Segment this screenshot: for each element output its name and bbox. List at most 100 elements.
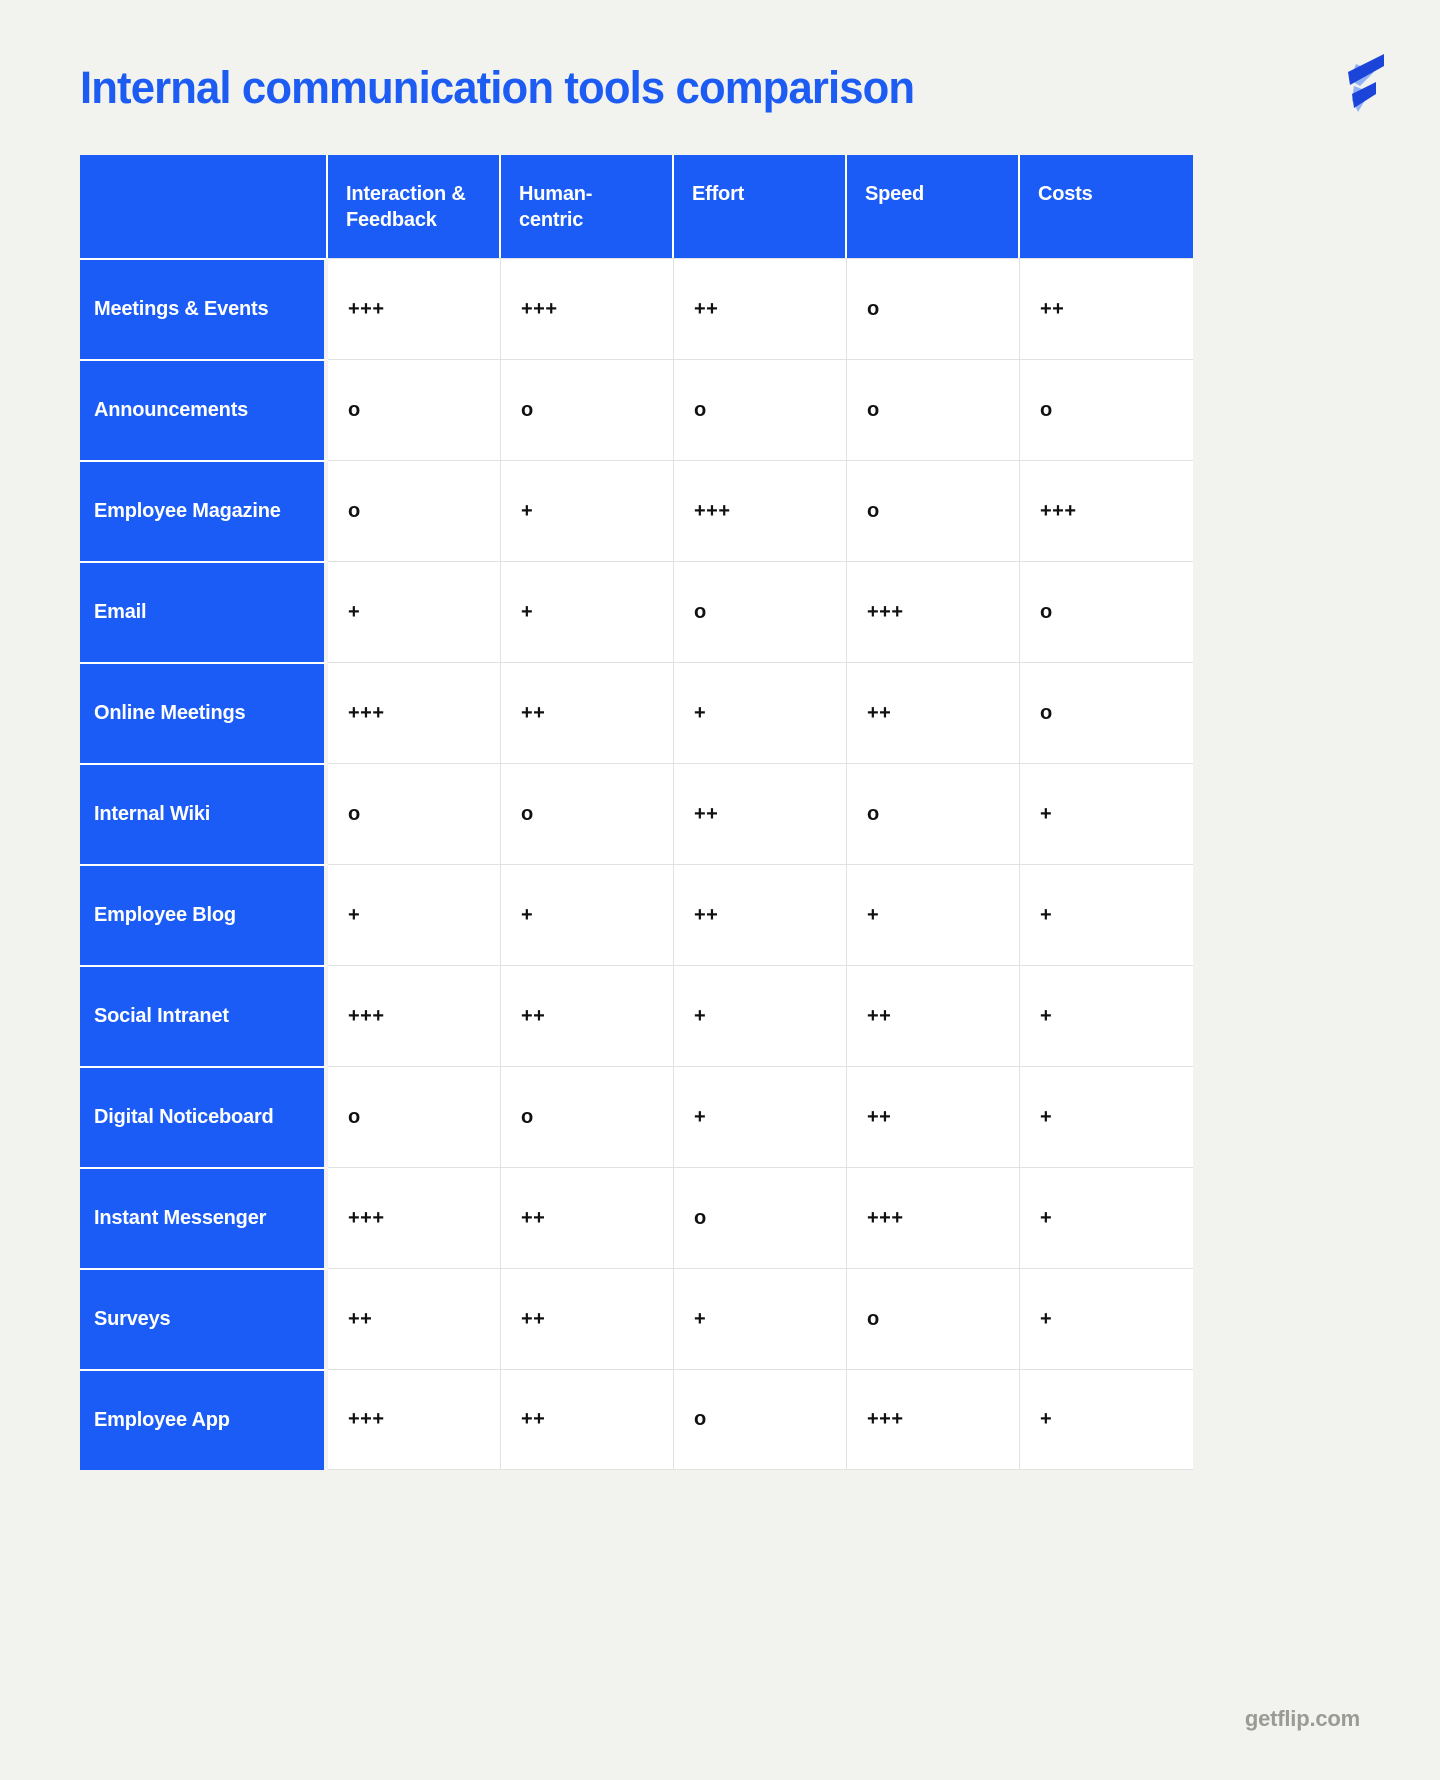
cell-value: +++ — [847, 1369, 1020, 1470]
cell-value: o — [1020, 359, 1193, 460]
cell-value: ++ — [674, 258, 847, 359]
column-header-costs: Costs — [1020, 155, 1193, 258]
column-header-human-centric: Human-centric — [501, 155, 674, 258]
cell-value: ++ — [674, 763, 847, 864]
cell-value: +++ — [328, 1369, 501, 1470]
cell-value: o — [674, 359, 847, 460]
cell-value: o — [847, 460, 1020, 561]
flip-logo-icon — [1330, 42, 1394, 118]
cell-value: + — [1020, 1066, 1193, 1167]
table-row: Online Meetings +++ ++ + ++ o — [80, 662, 1193, 763]
table-row: Announcements o o o o o — [80, 359, 1193, 460]
cell-value: + — [1020, 1167, 1193, 1268]
table-row: Meetings & Events +++ +++ ++ o ++ — [80, 258, 1193, 359]
footer-brand-watermark: getflip.com — [1244, 1706, 1360, 1731]
cell-value: o — [501, 359, 674, 460]
cell-value: + — [674, 965, 847, 1066]
cell-value: ++ — [328, 1268, 501, 1369]
row-label-meetings-events: Meetings & Events — [80, 258, 328, 359]
row-label-employee-blog: Employee Blog — [80, 864, 328, 965]
cell-value: ++ — [501, 1167, 674, 1268]
cell-value: + — [1020, 965, 1193, 1066]
table-row: Instant Messenger +++ ++ o +++ + — [80, 1167, 1193, 1268]
cell-value: o — [674, 1167, 847, 1268]
cell-value: + — [674, 1066, 847, 1167]
cell-value: + — [501, 561, 674, 662]
table-row: Internal Wiki o o ++ o + — [80, 763, 1193, 864]
page-title: Internal communication tools comparison — [80, 62, 915, 113]
cell-value: +++ — [674, 460, 847, 561]
table-row: Employee Blog + + ++ + + — [80, 864, 1193, 965]
column-header-effort: Effort — [674, 155, 847, 258]
cell-value: + — [1020, 763, 1193, 864]
row-label-surveys: Surveys — [80, 1268, 328, 1369]
column-header-speed: Speed — [847, 155, 1020, 258]
cell-value: +++ — [328, 1167, 501, 1268]
cell-value: + — [674, 662, 847, 763]
cell-value: o — [328, 763, 501, 864]
row-label-social-intranet: Social Intranet — [80, 965, 328, 1066]
cell-value: + — [501, 864, 674, 965]
cell-value: o — [1020, 662, 1193, 763]
page-header: Internal communication tools comparison — [0, 0, 1440, 155]
cell-value: + — [328, 561, 501, 662]
cell-value: ++ — [847, 965, 1020, 1066]
cell-value: ++ — [674, 864, 847, 965]
cell-value: + — [1020, 1268, 1193, 1369]
cell-value: ++ — [501, 965, 674, 1066]
cell-value: +++ — [847, 1167, 1020, 1268]
cell-value: o — [847, 763, 1020, 864]
cell-value: o — [847, 359, 1020, 460]
table-head: Interaction & Feedback Human-centric Eff… — [80, 155, 1193, 258]
row-label-announcements: Announcements — [80, 359, 328, 460]
infographic-page: Internal communication tools comparison … — [0, 0, 1440, 1780]
cell-value: +++ — [328, 965, 501, 1066]
cell-value: o — [328, 460, 501, 561]
comparison-table-wrapper: Interaction & Feedback Human-centric Eff… — [80, 155, 1193, 1470]
table-row: Surveys ++ ++ + o + — [80, 1268, 1193, 1369]
row-label-instant-messenger: Instant Messenger — [80, 1167, 328, 1268]
cell-value: +++ — [328, 662, 501, 763]
cell-value: +++ — [501, 258, 674, 359]
cell-value: o — [501, 763, 674, 864]
cell-value: ++ — [1020, 258, 1193, 359]
row-label-internal-wiki: Internal Wiki — [80, 763, 328, 864]
cell-value: +++ — [328, 258, 501, 359]
cell-value: + — [847, 864, 1020, 965]
cell-value: + — [501, 460, 674, 561]
cell-value: +++ — [1020, 460, 1193, 561]
table-row: Digital Noticeboard o o + ++ + — [80, 1066, 1193, 1167]
cell-value: ++ — [847, 1066, 1020, 1167]
cell-value: o — [501, 1066, 674, 1167]
cell-value: ++ — [501, 662, 674, 763]
table-row: Email + + o +++ o — [80, 561, 1193, 662]
table-header-row: Interaction & Feedback Human-centric Eff… — [80, 155, 1193, 258]
cell-value: o — [328, 1066, 501, 1167]
cell-value: + — [1020, 1369, 1193, 1470]
row-label-employee-magazine: Employee Magazine — [80, 460, 328, 561]
table-row: Employee App +++ ++ o +++ + — [80, 1369, 1193, 1470]
row-label-email: Email — [80, 561, 328, 662]
cell-value: +++ — [847, 561, 1020, 662]
cell-value: + — [328, 864, 501, 965]
comparison-table: Interaction & Feedback Human-centric Eff… — [80, 155, 1193, 1470]
cell-value: o — [847, 1268, 1020, 1369]
table-row: Social Intranet +++ ++ + ++ + — [80, 965, 1193, 1066]
cell-value: o — [674, 1369, 847, 1470]
cell-value: ++ — [501, 1268, 674, 1369]
table-row: Employee Magazine o + +++ o +++ — [80, 460, 1193, 561]
cell-value: o — [674, 561, 847, 662]
row-label-employee-app: Employee App — [80, 1369, 328, 1470]
cell-value: ++ — [501, 1369, 674, 1470]
row-label-digital-noticeboard: Digital Noticeboard — [80, 1066, 328, 1167]
cell-value: o — [847, 258, 1020, 359]
cell-value: o — [328, 359, 501, 460]
column-header-interaction-feedback: Interaction & Feedback — [328, 155, 501, 258]
cell-value: ++ — [847, 662, 1020, 763]
cell-value: o — [1020, 561, 1193, 662]
table-body: Meetings & Events +++ +++ ++ o ++ Announ… — [80, 258, 1193, 1470]
table-corner-cell — [80, 155, 328, 258]
row-label-online-meetings: Online Meetings — [80, 662, 328, 763]
cell-value: + — [674, 1268, 847, 1369]
cell-value: + — [1020, 864, 1193, 965]
